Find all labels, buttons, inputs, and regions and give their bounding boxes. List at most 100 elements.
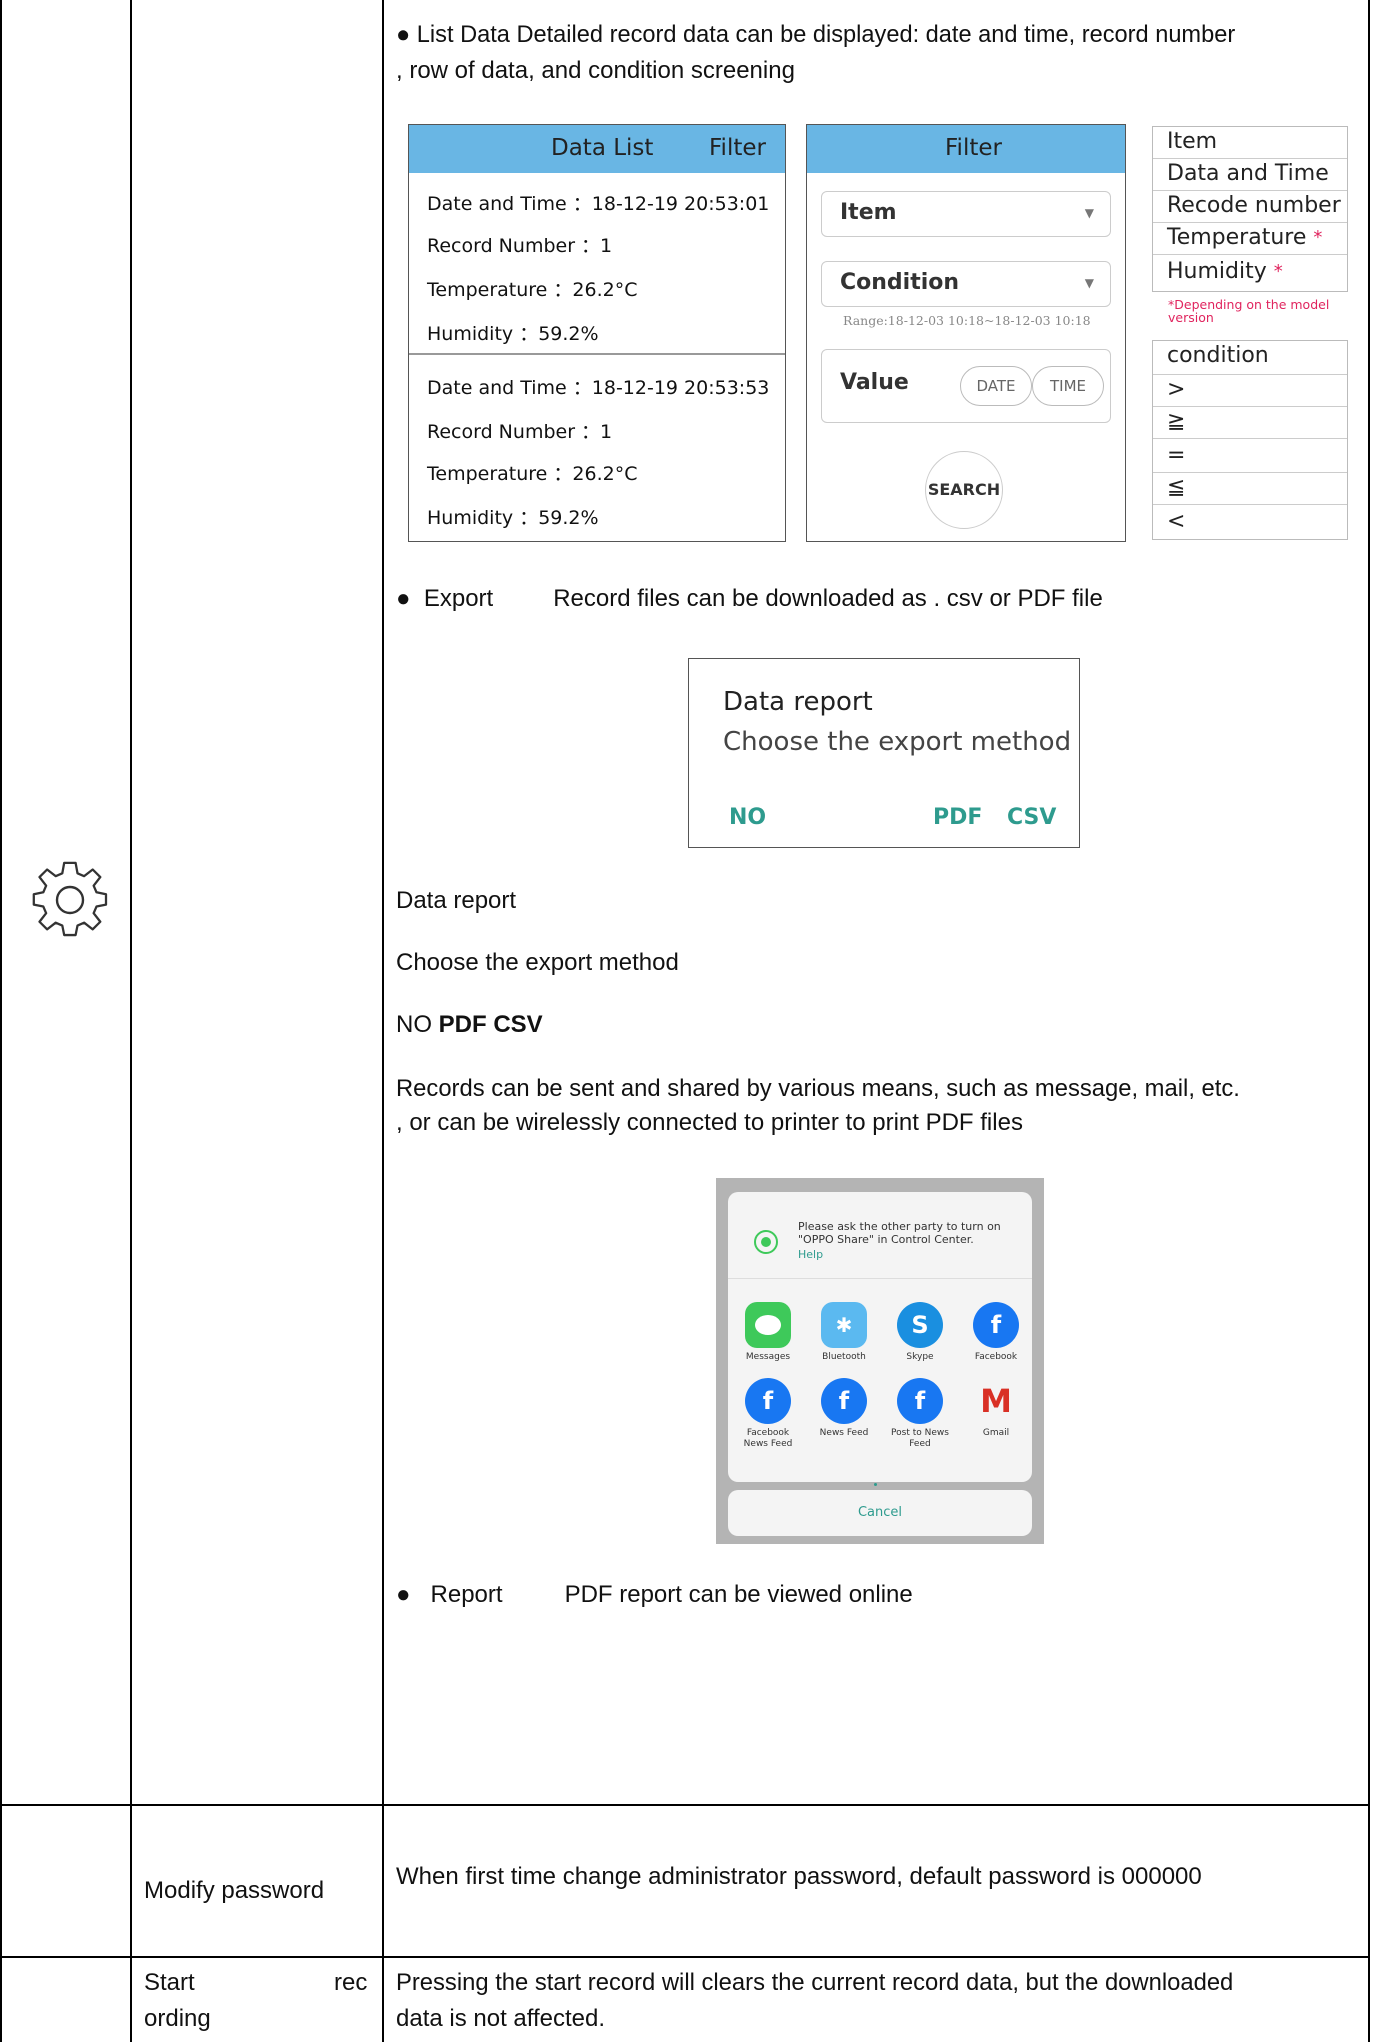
- range-text: Range:18-12-03 10:18~18-12-03 10:18: [843, 313, 1091, 328]
- app-label: Facebook News Feed: [743, 1428, 793, 1449]
- filter-title: Filter: [945, 135, 1002, 161]
- item-option-record-number: Recode number: [1153, 191, 1347, 223]
- filter-header: Filter: [807, 125, 1125, 173]
- humidity-option-label: Humidity: [1167, 259, 1267, 284]
- app-label: Bluetooth: [822, 1352, 866, 1362]
- share-prompt: Please ask the other party to turn on "O…: [798, 1220, 1001, 1246]
- messages-icon: [745, 1302, 791, 1348]
- modify-password-label: Modify password: [144, 1877, 325, 1904]
- date-button[interactable]: DATE: [960, 366, 1032, 406]
- pdf-csv-text: PDF CSV: [438, 1011, 543, 1038]
- app-gmail[interactable]: M Gmail: [966, 1378, 1026, 1439]
- filter-link[interactable]: Filter: [709, 135, 766, 161]
- dialog-subtitle: Choose the export method: [723, 727, 1072, 757]
- record-1-date-time: Date and Time ：18-12-19 20:53:01: [427, 193, 770, 215]
- app-label: Messages: [745, 1352, 791, 1362]
- data-list-header: Data List Filter: [409, 125, 785, 173]
- facebook-icon: f: [745, 1378, 791, 1424]
- condition-options-list: condition > ≧ = ≦ <: [1152, 340, 1348, 540]
- row-divider-1: [0, 1804, 1370, 1806]
- export-options-text: NO PDF CSV: [396, 1008, 543, 1042]
- app-messages[interactable]: Messages: [738, 1302, 798, 1363]
- start-recording-label-b: rec: [334, 1969, 368, 1996]
- required-asterisk: *: [1273, 261, 1283, 282]
- record-2-number: Record Number ：1: [427, 421, 613, 443]
- record-1-temperature: Temperature ：26.2°C: [427, 279, 638, 301]
- table-border-col1: [130, 0, 132, 2042]
- condition-option-header: condition: [1153, 341, 1347, 375]
- item-select-label: Item: [840, 200, 897, 225]
- app-label: News Feed: [819, 1428, 869, 1438]
- temperature-option-label: Temperature: [1167, 225, 1307, 250]
- filter-panel: Filter Item ▼ Condition ▼ Range:18-12-03…: [806, 124, 1126, 542]
- data-list-title: Data List: [551, 135, 654, 161]
- feature-table: ● List Data Detailed record data can be …: [0, 0, 1376, 2042]
- app-bluetooth[interactable]: ✱ Bluetooth: [814, 1302, 874, 1363]
- dialog-title: Data report: [723, 687, 873, 717]
- model-version-note: *Depending on the model version: [1168, 298, 1348, 324]
- facebook-icon: f: [973, 1302, 1019, 1348]
- gear-icon: [30, 860, 110, 940]
- item-option-header: Item: [1153, 127, 1347, 159]
- start-recording-label-c: ording: [144, 2005, 211, 2032]
- row-divider-2: [0, 1956, 1370, 1958]
- note-text: Depending on the model version: [1168, 297, 1330, 325]
- item-option-temperature: Temperature *: [1153, 223, 1347, 255]
- share-sheet: Please ask the other party to turn on "O…: [716, 1178, 1044, 1544]
- no-button[interactable]: NO: [729, 805, 766, 830]
- app-label: Gmail: [982, 1428, 1010, 1438]
- list-data-bullet-cont: , row of data, and condition screening: [396, 57, 795, 84]
- item-option-humidity: Humidity *: [1153, 257, 1347, 289]
- value-label: Value: [840, 370, 909, 395]
- bluetooth-icon: ✱: [821, 1302, 867, 1348]
- start-recording-description-2: data is not affected.: [396, 2005, 606, 2032]
- item-option-date-time: Data and Time: [1153, 159, 1347, 191]
- app-facebook[interactable]: f Facebook: [966, 1302, 1026, 1363]
- cancel-button[interactable]: Cancel: [728, 1490, 1032, 1536]
- record-2-humidity: Humidity ：59.2%: [427, 507, 599, 529]
- bullet-dot: ●: [396, 1581, 411, 1608]
- chevron-down-icon: ▼: [1084, 206, 1094, 220]
- app-news-feed[interactable]: f News Feed: [814, 1378, 874, 1439]
- modify-password-description: When first time change administrator pas…: [396, 1863, 1202, 1890]
- share-paragraph-2: , or can be wirelessly connected to prin…: [396, 1109, 1023, 1136]
- app-facebook-news-feed[interactable]: f Facebook News Feed: [738, 1378, 798, 1450]
- app-label: Facebook: [974, 1352, 1018, 1362]
- share-card: Please ask the other party to turn on "O…: [728, 1192, 1032, 1514]
- search-button[interactable]: SEARCH: [925, 451, 1003, 529]
- export-label: Export: [423, 585, 494, 612]
- skype-icon: S: [897, 1302, 943, 1348]
- data-report-text: Data report: [396, 887, 517, 914]
- gmail-icon: M: [973, 1378, 1019, 1424]
- start-recording-description-1: Pressing the start record will clears th…: [396, 1969, 1234, 1996]
- export-dialog: Data report Choose the export method NO …: [688, 658, 1080, 848]
- pdf-button[interactable]: PDF: [933, 805, 982, 830]
- choose-export-text: Choose the export method: [396, 949, 679, 976]
- facebook-icon: f: [897, 1378, 943, 1424]
- facebook-icon: f: [821, 1378, 867, 1424]
- report-description: PDF report can be viewed online: [564, 1581, 913, 1608]
- item-select[interactable]: Item ▼: [821, 191, 1111, 237]
- app-skype[interactable]: S Skype: [890, 1302, 950, 1363]
- chevron-down-icon: ▼: [1084, 276, 1094, 290]
- csv-button[interactable]: CSV: [1007, 805, 1056, 830]
- page-indicator: [874, 1464, 884, 1514]
- table-border-col2: [382, 0, 384, 2042]
- share-paragraph-1: Records can be sent and shared by variou…: [396, 1075, 1240, 1102]
- time-button[interactable]: TIME: [1032, 366, 1104, 406]
- condition-option-gt: >: [1153, 375, 1347, 407]
- oppo-share-icon: [754, 1230, 778, 1254]
- item-options-list: Item Data and Time Recode number Tempera…: [1152, 126, 1348, 292]
- record-1-humidity: Humidity ：59.2%: [427, 323, 599, 345]
- share-divider: [728, 1278, 1032, 1279]
- record-separator: [409, 353, 785, 355]
- condition-select[interactable]: Condition ▼: [821, 261, 1111, 307]
- app-label: Post to News Feed: [891, 1428, 949, 1449]
- export-bullet: ● Export Record files can be downloaded a…: [396, 582, 1103, 616]
- condition-option-lte: ≦: [1153, 473, 1347, 505]
- app-post-to-news-feed[interactable]: f Post to News Feed: [890, 1378, 950, 1450]
- value-box: Value DATE TIME: [821, 349, 1111, 423]
- help-link[interactable]: Help: [798, 1248, 823, 1261]
- condition-option-eq: =: [1153, 441, 1347, 473]
- export-description: Record files can be downloaded as . csv …: [553, 585, 1103, 612]
